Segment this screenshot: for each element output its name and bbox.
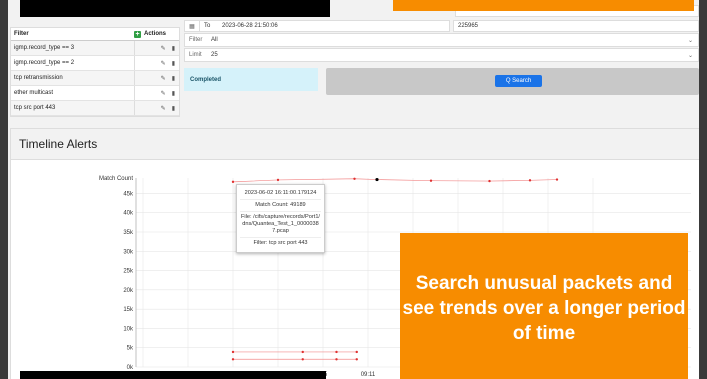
filter-cell: igmp.record_type == 3 — [11, 41, 135, 55]
data-point — [355, 358, 358, 361]
data-point — [231, 180, 235, 184]
y-tick-label: 30k — [123, 249, 134, 255]
trash-icon[interactable]: ▮ — [172, 105, 175, 112]
status-badge: Completed — [184, 68, 318, 91]
filter-label: Filter — [189, 37, 203, 43]
redaction-bar-top — [20, 0, 330, 17]
table-row[interactable]: tcp src port 443 ✎ ▮ — [11, 101, 179, 116]
search-form: ▦ To 2023-06-28 21:50:06 225965 Filter A… — [184, 20, 699, 63]
filter-cell: tcp retransmission — [11, 71, 135, 85]
edit-icon[interactable]: ✎ — [161, 105, 166, 112]
filter-select-value: All — [211, 37, 218, 43]
limit-select[interactable]: Limit 25 ⌄ — [184, 48, 699, 62]
table-row[interactable]: igmp.record_type == 3 ✎ ▮ — [11, 41, 179, 56]
filter-cell: tcp src port 443 — [11, 101, 135, 115]
table-row[interactable]: igmp.record_type == 2 ✎ ▮ — [11, 56, 179, 71]
edit-icon[interactable]: ✎ — [161, 75, 166, 82]
search-button[interactable]: Q Search — [495, 75, 542, 87]
to-count-field[interactable]: 225965 — [453, 20, 699, 32]
y-tick-label: 10k — [123, 326, 134, 332]
tooltip-timestamp: 2023-06-02 16:11:00.179124 — [240, 188, 321, 200]
filter-column-header: Filter — [14, 31, 29, 37]
filter-table-header: Filter + Actions — [11, 28, 179, 41]
y-tick-label: 5k — [127, 346, 134, 352]
filter-cell: ether multicast — [11, 86, 135, 100]
tooltip-match-count: Match Count: 49189 — [240, 200, 321, 212]
data-point — [301, 358, 304, 361]
chevron-down-icon: ⌄ — [688, 52, 694, 59]
data-point — [231, 358, 235, 361]
chart-tooltip: 2023-06-02 16:11:00.179124 Match Count: … — [236, 184, 325, 253]
promo-overlay: Search unusual packets and see trends ov… — [400, 233, 688, 379]
y-tick-label: 45k — [123, 191, 134, 197]
data-point — [231, 350, 235, 354]
y-tick-label: 40k — [123, 211, 134, 217]
y-tick-label: 25k — [123, 269, 134, 275]
y-axis-label: Match Count — [99, 176, 133, 182]
trash-icon[interactable]: ▮ — [172, 90, 175, 97]
edit-icon[interactable]: ✎ — [161, 60, 166, 67]
trash-icon[interactable]: ▮ — [172, 60, 175, 67]
tooltip-file: File: /cifs/capture/records/Port1/dns/Qu… — [240, 212, 321, 238]
to-datetime-field[interactable]: ▦ To 2023-06-28 21:50:06 — [184, 20, 450, 32]
redaction-bar-bottom — [20, 371, 326, 379]
data-point — [528, 179, 532, 182]
data-point — [355, 350, 358, 354]
data-point — [276, 178, 280, 182]
add-filter-icon[interactable]: + — [134, 30, 141, 38]
data-point — [353, 177, 356, 180]
data-point — [335, 358, 338, 361]
app-frame: Filter + Actions igmp.record_type == 3 ✎… — [8, 0, 699, 379]
search-panel: Q Search — [326, 68, 699, 95]
filter-table: Filter + Actions igmp.record_type == 3 ✎… — [10, 27, 180, 117]
timeline-title: Timeline Alerts — [11, 129, 699, 160]
edit-icon[interactable]: ✎ — [161, 45, 166, 52]
y-tick-label: 20k — [123, 288, 134, 294]
chevron-down-icon: ⌄ — [688, 37, 694, 44]
promo-banner-top — [393, 0, 694, 11]
filter-select[interactable]: Filter All ⌄ — [184, 33, 699, 47]
limit-select-value: 25 — [211, 52, 218, 58]
y-tick-label: 35k — [123, 230, 134, 236]
table-row[interactable]: tcp retransmission ✎ ▮ — [11, 71, 179, 86]
limit-label: Limit — [189, 52, 202, 58]
to-datetime-value: 2023-06-28 21:50:06 — [222, 23, 278, 29]
data-point — [429, 179, 433, 182]
data-point — [335, 350, 338, 354]
table-row[interactable]: ether multicast ✎ ▮ — [11, 86, 179, 101]
y-tick-label: 15k — [123, 307, 134, 313]
actions-column-header: Actions — [144, 31, 167, 37]
trash-icon[interactable]: ▮ — [172, 45, 175, 52]
data-point — [301, 350, 304, 354]
trash-icon[interactable]: ▮ — [172, 75, 175, 82]
x-tick-label: 09:11 — [361, 372, 376, 378]
edit-icon[interactable]: ✎ — [161, 90, 166, 97]
series-line — [232, 178, 558, 183]
data-point — [555, 178, 559, 181]
calendar-icon[interactable]: ▦ — [185, 21, 200, 31]
to-label: To — [204, 23, 211, 29]
data-point — [375, 177, 379, 182]
filter-cell: igmp.record_type == 2 — [11, 56, 135, 70]
tooltip-filter: Filter: tcp src port 443 — [253, 240, 308, 246]
data-point — [488, 179, 491, 183]
